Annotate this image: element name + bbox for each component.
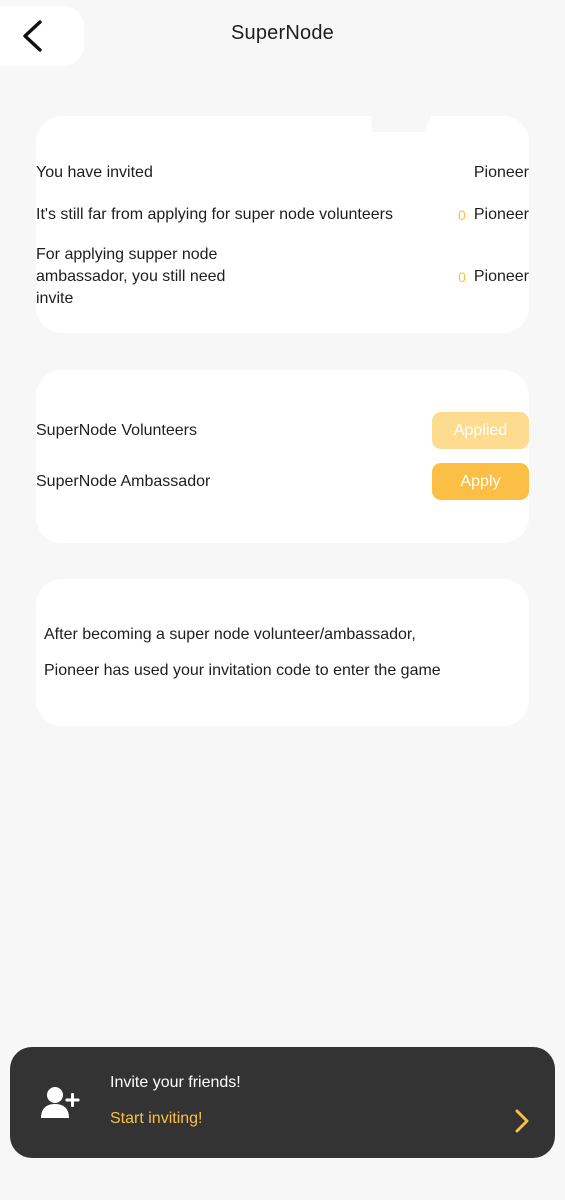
volunteer-application-row: SuperNode Volunteers Applied [36, 412, 529, 449]
description-line: After becoming a super node volunteer/am… [44, 626, 416, 643]
page-title: SuperNode [231, 22, 334, 44]
volunteer-label: SuperNode Volunteers [36, 421, 197, 439]
ambassador-apply-button[interactable]: Apply [432, 463, 529, 500]
ambassador-application-row: SuperNode Ambassador Apply [36, 463, 529, 500]
ambassador-remaining-label: For applying supper node ambassador, you… [36, 246, 226, 307]
chevron-right-icon[interactable] [514, 1108, 530, 1134]
volunteer-remaining-row: It's still far from applying for super n… [36, 204, 529, 226]
volunteer-remaining-label: It's still far from applying for super n… [36, 206, 393, 223]
invited-unit: Pioneer [473, 164, 529, 181]
invite-title: Invite your friends! [110, 1074, 241, 1091]
description-line: Pioneer has used your invitation code to… [44, 662, 441, 679]
volunteer-remaining-count: 0 [458, 207, 466, 223]
ambassador-remaining-unit: Pioneer [473, 268, 530, 285]
invited-label: You have invited [36, 164, 153, 181]
ambassador-remaining-row: For applying supper node ambassador, you… [36, 244, 529, 310]
card-notch [370, 110, 434, 132]
invited-count-row: You have invited Pioneer [36, 162, 529, 184]
applications-card [36, 370, 529, 543]
volunteer-remaining-unit: Pioneer [473, 206, 529, 223]
add-user-icon [41, 1087, 80, 1118]
ambassador-remaining-count: 0 [458, 269, 466, 285]
ambassador-label: SuperNode Ambassador [36, 472, 211, 490]
start-inviting-link[interactable]: Start inviting! [110, 1110, 202, 1128]
volunteer-applied-button[interactable]: Applied [432, 412, 529, 449]
supernode-page: SuperNode You have invited Pioneer It's … [0, 0, 565, 1200]
invite-friends-banner[interactable] [10, 1047, 555, 1158]
description-card [36, 579, 529, 726]
